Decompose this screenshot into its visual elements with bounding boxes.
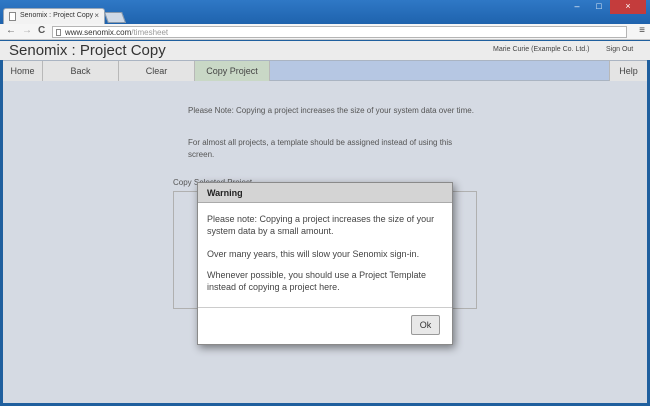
dialog-paragraph: Over many years, this will slow your Sen… xyxy=(207,249,420,259)
user-label: Marie Curie (Example Co. Ltd.) xyxy=(493,46,590,53)
browser-toolbar: ← → C www.senomix.com/timesheet ≡ xyxy=(0,24,650,40)
nav-clear[interactable]: Clear xyxy=(119,61,195,81)
note-text: Please Note: Copying a project increases… xyxy=(188,106,474,115)
nav-back[interactable]: Back xyxy=(43,61,119,81)
browser-tab[interactable]: Senomix : Project Copy × xyxy=(3,8,105,24)
dialog-paragraph: Please note: Copying a project increases… xyxy=(207,214,435,236)
close-icon[interactable]: × xyxy=(610,0,646,14)
tab-title: Senomix : Project Copy xyxy=(20,12,94,19)
warning-dialog: Warning Please note: Copying a project i… xyxy=(197,182,453,345)
tab-close-icon[interactable]: × xyxy=(94,11,99,20)
ok-button[interactable]: Ok xyxy=(411,315,440,335)
address-bar[interactable]: www.senomix.com/timesheet xyxy=(52,26,627,38)
maximize-icon[interactable]: □ xyxy=(588,0,610,14)
minimize-icon[interactable]: – xyxy=(566,0,588,14)
sign-out-link[interactable]: Sign Out xyxy=(606,46,633,53)
nav-copy-project[interactable]: Copy Project xyxy=(195,61,270,81)
dialog-paragraph: Whenever possible, you should use a Proj… xyxy=(207,270,426,292)
browser-titlebar: Senomix : Project Copy × – □ × xyxy=(0,0,650,24)
nav-home[interactable]: Home xyxy=(3,61,43,81)
reload-icon[interactable]: C xyxy=(38,25,45,36)
url-path: /timesheet xyxy=(131,28,169,37)
back-arrow-icon[interactable]: ← xyxy=(6,25,16,36)
page-icon xyxy=(9,12,16,21)
dialog-title: Warning xyxy=(198,183,452,203)
note-text: For almost all projects, a template shou… xyxy=(188,138,453,159)
app-header: Senomix : Project Copy Marie Curie (Exam… xyxy=(0,41,650,60)
page-icon xyxy=(56,29,61,36)
forward-arrow-icon[interactable]: → xyxy=(22,25,32,36)
nav-help[interactable]: Help xyxy=(609,61,647,81)
new-tab-button[interactable] xyxy=(103,12,127,23)
page-title: Senomix : Project Copy xyxy=(9,42,166,59)
window-controls: – □ × xyxy=(566,0,646,14)
url-host: www.senomix.com xyxy=(65,28,132,37)
menu-icon[interactable]: ≡ xyxy=(639,25,645,36)
nav-bar: Home Back Clear Copy Project Help xyxy=(3,60,647,81)
dialog-footer: Ok xyxy=(198,307,452,345)
